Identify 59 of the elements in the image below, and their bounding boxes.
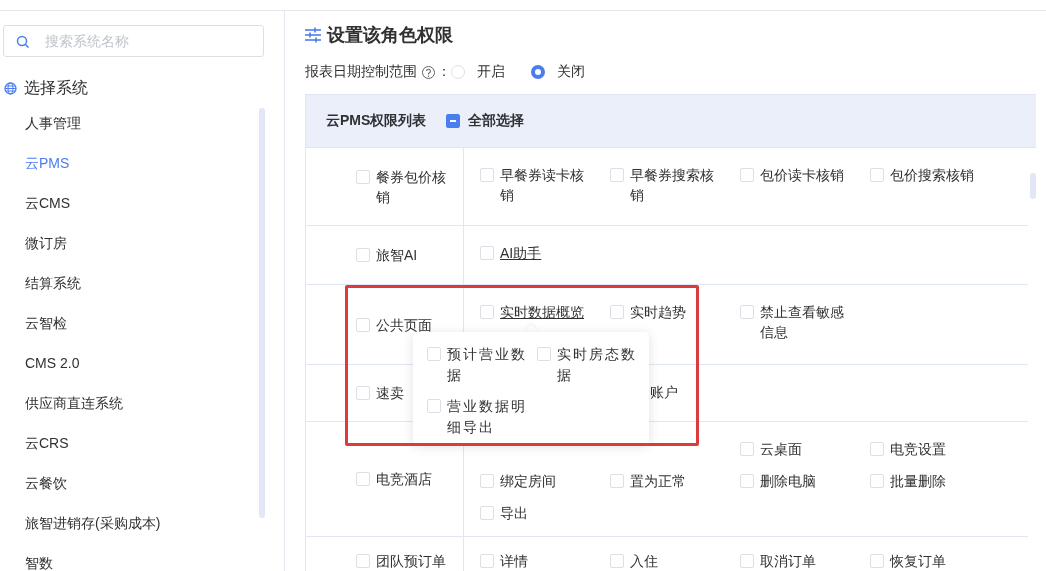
module-label: 公共页面 — [376, 315, 432, 335]
permission-label: 批量删除 — [890, 472, 947, 491]
colon: ： — [437, 63, 451, 81]
permission-link[interactable]: AI助手 — [500, 243, 542, 263]
permission-label: 导出 — [500, 504, 529, 523]
system-item[interactable]: CMS 2.0 — [0, 343, 80, 383]
module-label: 餐券包价核销 — [376, 167, 447, 207]
permission-label: 包价读卡核销 — [760, 166, 845, 185]
search-input[interactable]: 搜索系统名称 — [43, 32, 247, 50]
system-item[interactable]: 云智检 — [0, 303, 67, 343]
system-item[interactable]: 结算系统 — [0, 263, 81, 303]
permission-label: 置为正常 — [630, 472, 687, 491]
system-item[interactable]: 智数 — [0, 543, 53, 571]
search-field[interactable]: 搜索系统名称 — [3, 25, 264, 57]
permission-label: 营业数据明细导出 — [447, 397, 528, 437]
permission-label: 实时趋势 — [630, 303, 687, 322]
permission-label: 电竞设置 — [890, 440, 947, 459]
permission-label: 入住 — [630, 552, 659, 571]
system-item[interactable]: 云CMS — [0, 183, 71, 223]
field-label: 报表日期控制范围 — [305, 63, 417, 81]
search-icon — [16, 34, 29, 48]
radio-label: 关闭 — [557, 63, 585, 81]
checkbox-label: 全部选择 — [468, 112, 525, 130]
permission-label: 实时房态数据 — [557, 345, 638, 385]
system-item[interactable]: 旅智进销存(采购成本) — [0, 503, 161, 543]
radio-label: 开启 — [477, 63, 505, 81]
radio-button[interactable] — [531, 65, 545, 79]
permission-label: 恢复订单 — [890, 552, 947, 571]
system-item[interactable]: 微订房 — [0, 223, 67, 263]
permission-label: 云桌面 — [760, 440, 803, 459]
permission-label: 早餐券搜索核销 — [630, 166, 715, 205]
scrollbar[interactable] — [1030, 173, 1036, 199]
permission-label: 早餐券读卡核销 — [500, 166, 585, 205]
module-label: 团队预订单 — [376, 552, 446, 571]
system-item[interactable]: 供应商直连系统 — [0, 383, 123, 423]
page-title: 设置该角色权限 — [327, 24, 453, 47]
section-heading: 选择系统 — [24, 78, 88, 98]
module-label: 电竞酒店 — [376, 470, 432, 489]
system-item[interactable]: 人事管理 — [0, 103, 81, 143]
permission-label: 详情 — [500, 552, 529, 571]
sliders-icon — [305, 27, 321, 43]
system-item[interactable]: 云餐饮 — [0, 463, 67, 503]
help-icon[interactable] — [422, 65, 435, 79]
system-item[interactable]: 云PMS — [0, 143, 70, 183]
permission-label: 删除电脑 — [760, 472, 817, 491]
permission-label: 预计营业数据 — [447, 345, 528, 385]
permission-label: 账户 — [650, 383, 678, 402]
module-label: 速卖 — [376, 384, 404, 403]
checkbox[interactable] — [446, 114, 461, 128]
module-label: 旅智AI — [376, 246, 418, 265]
system-item[interactable]: 云CRS — [0, 423, 69, 463]
permission-link[interactable]: 实时数据概览 — [500, 302, 584, 322]
globe-icon — [4, 82, 17, 95]
permission-label: 禁止查看敏感信息 — [760, 303, 845, 342]
table-title: 云PMS权限列表 — [326, 112, 427, 130]
permission-label: 绑定房间 — [500, 472, 557, 491]
permission-label: 取消订单 — [760, 552, 817, 571]
scrollbar[interactable] — [259, 108, 265, 518]
permission-label: 包价搜索核销 — [890, 166, 975, 185]
